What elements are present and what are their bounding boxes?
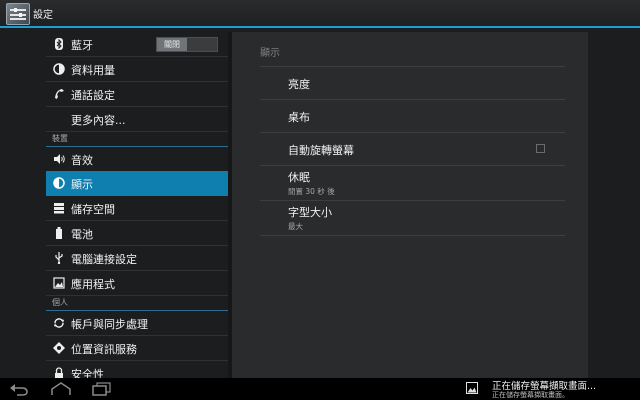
bluetooth-icon	[55, 38, 63, 50]
sidebar-item-pc-connection[interactable]: 電腦連接設定	[46, 246, 228, 271]
pref-title: 桌布	[288, 111, 310, 124]
sidebar-item-apps[interactable]: 應用程式	[46, 271, 228, 296]
sidebar-item-label: 儲存空間	[71, 203, 115, 216]
sidebar-item-label: 應用程式	[71, 278, 115, 291]
data-usage-icon	[53, 63, 65, 75]
settings-category-list[interactable]: 藍牙 關閉 資料用量 通話設定 更多內容... 裝置 音效 顯示 儲存空間 電池…	[46, 32, 228, 378]
sidebar-item-more[interactable]: 更多內容...	[46, 107, 228, 132]
sidebar-item-security[interactable]: 安全性	[46, 361, 228, 378]
home-icon[interactable]	[50, 381, 72, 397]
sidebar-item-sound[interactable]: 音效	[46, 147, 228, 172]
brightness-pref[interactable]: 亮度	[260, 67, 565, 100]
sidebar-item-data-usage[interactable]: 資料用量	[46, 57, 228, 82]
action-bar-divider	[0, 26, 640, 28]
pane-title: 顯示	[260, 48, 280, 59]
storage-icon	[54, 203, 64, 214]
sidebar-item-location[interactable]: 位置資訊服務	[46, 336, 228, 361]
auto-rotate-checkbox[interactable]	[536, 144, 545, 153]
pref-summary: 閒置 30 秒 後	[288, 187, 335, 196]
pref-title: 休眠	[288, 171, 310, 184]
sidebar-item-label: 資料用量	[71, 64, 115, 77]
usb-icon	[55, 252, 63, 264]
sidebar-item-label: 電池	[71, 228, 93, 241]
sidebar-item-call-settings[interactable]: 通話設定	[46, 82, 228, 107]
sidebar-item-storage[interactable]: 儲存空間	[46, 196, 228, 221]
sidebar-item-label: 位置資訊服務	[71, 343, 137, 356]
recents-icon[interactable]	[90, 381, 112, 397]
apps-icon	[53, 277, 65, 289]
pref-title: 亮度	[288, 78, 310, 91]
sidebar-item-label: 顯示	[71, 178, 93, 191]
sidebar-item-label: 更多內容...	[71, 114, 126, 127]
toggle-off-label: 關閉	[157, 38, 187, 51]
sidebar-item-label: 電腦連接設定	[71, 253, 137, 266]
bluetooth-toggle[interactable]: 關閉	[156, 37, 218, 52]
phone-icon	[55, 89, 64, 99]
pref-title: 字型大小	[288, 206, 332, 219]
font-size-pref[interactable]: 字型大小 最大	[260, 201, 565, 236]
sleep-pref[interactable]: 休眠 閒置 30 秒 後	[260, 166, 565, 201]
sidebar-item-label: 帳戶與同步處理	[71, 318, 148, 331]
sidebar-item-accounts-sync[interactable]: 帳戶與同步處理	[46, 311, 228, 336]
sidebar-item-label: 安全性	[71, 368, 104, 378]
sidebar-item-label: 音效	[71, 154, 93, 167]
notification-text: 正在儲存螢幕擷取畫面。	[492, 391, 569, 399]
section-header-personal: 個人	[46, 296, 228, 311]
display-settings-pane: 顯示 亮度 桌布 自動旋轉螢幕 休眠 閒置 30 秒 後 字型大小 最大	[232, 32, 588, 378]
wallpaper-pref[interactable]: 桌布	[260, 100, 565, 133]
page-title: 設定	[33, 10, 53, 21]
sidebar-item-label: 通話設定	[71, 89, 115, 102]
section-header-label: 個人	[52, 298, 68, 307]
sidebar-item-label: 藍牙	[71, 39, 93, 52]
display-icon	[53, 177, 65, 189]
action-bar: 設定	[0, 0, 640, 26]
section-header-device: 裝置	[46, 132, 228, 147]
pref-title: 自動旋轉螢幕	[288, 144, 354, 157]
lock-icon	[55, 367, 63, 378]
sidebar-item-battery[interactable]: 電池	[46, 221, 228, 246]
speaker-icon	[54, 154, 65, 164]
battery-icon	[56, 227, 62, 239]
sync-icon	[54, 318, 64, 328]
pref-summary: 最大	[288, 222, 303, 231]
section-header-label: 裝置	[52, 134, 68, 143]
location-icon	[53, 342, 65, 354]
sidebar-item-bluetooth[interactable]: 藍牙 關閉	[46, 32, 228, 57]
auto-rotate-pref[interactable]: 自動旋轉螢幕	[260, 133, 565, 166]
back-icon[interactable]	[8, 381, 30, 397]
image-icon	[466, 382, 478, 394]
sidebar-item-display[interactable]: 顯示	[46, 171, 228, 196]
settings-icon[interactable]	[6, 3, 30, 25]
